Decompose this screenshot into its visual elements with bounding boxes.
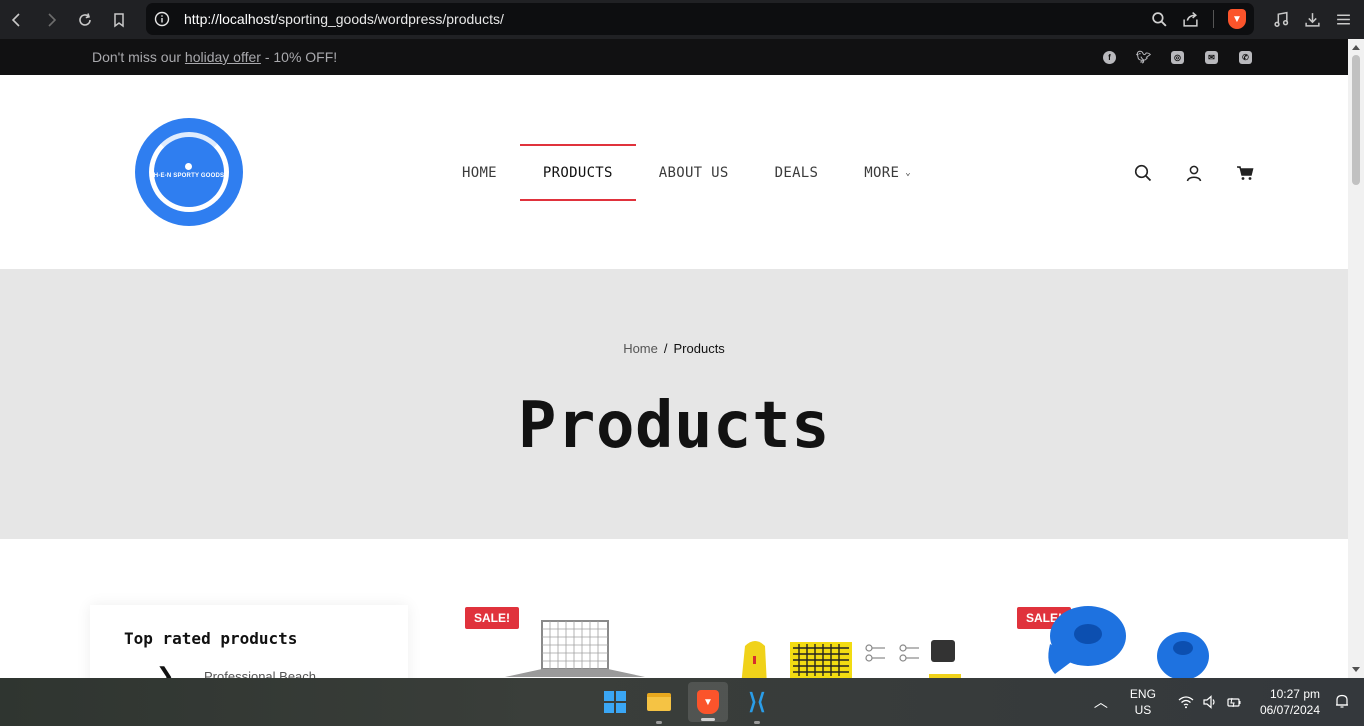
url-host: http://localhost [184, 11, 275, 27]
vscode-button[interactable]: ⟩⟨ [742, 687, 772, 724]
breadcrumb: Home / Products [0, 341, 1348, 356]
volume-icon [1203, 695, 1215, 709]
wifi-icon [1178, 696, 1194, 709]
folder-icon [647, 693, 671, 711]
site-info-icon[interactable] [146, 11, 178, 27]
page-scrollbar[interactable] [1348, 39, 1364, 678]
scroll-up-icon[interactable] [1352, 45, 1360, 50]
nav-deals-label: DEALS [774, 164, 819, 181]
site-logo[interactable]: H-E-N SPORTY GOODS [135, 118, 243, 226]
reload-button[interactable] [68, 0, 102, 39]
hamburger-menu-icon[interactable] [1335, 11, 1352, 28]
windows-logo-icon [604, 691, 626, 713]
back-arrow-icon [11, 12, 20, 27]
quick-settings[interactable] [1178, 694, 1242, 710]
chevron-right-icon: ❯ [156, 663, 175, 678]
file-explorer-button[interactable] [644, 687, 674, 724]
email-icon[interactable]: ✉ [1205, 50, 1218, 64]
scroll-down-icon[interactable] [1352, 667, 1360, 672]
battery-icon [1227, 697, 1241, 708]
nav-deals[interactable]: DEALS [752, 144, 842, 201]
twitter-icon[interactable]: 🐦︎ [1136, 50, 1151, 64]
app-active-indicator [701, 718, 715, 721]
brave-logo-icon: ▼ [697, 690, 719, 714]
main-nav: HOME PRODUCTS ABOUT US DEALS MORE ⌄ [439, 144, 934, 201]
taskbar-apps: ▼ ⟩⟨ [600, 678, 772, 726]
browser-actions [1273, 0, 1364, 39]
zoom-icon[interactable] [1151, 11, 1168, 28]
page-viewport: Don't miss our holiday offer - 10% OFF! … [0, 39, 1348, 678]
download-icon[interactable] [1304, 11, 1321, 28]
promo-prefix: Don't miss our [92, 49, 185, 65]
account-icon[interactable] [1185, 164, 1203, 182]
holiday-offer-link[interactable]: holiday offer [185, 49, 261, 65]
page-hero: Home / Products Products [0, 269, 1348, 539]
toolbar-separator [1213, 10, 1214, 28]
breadcrumb-home[interactable]: Home [623, 341, 658, 356]
app-running-indicator [754, 721, 760, 724]
social-links: f 🐦︎ ◎ ✉ ✆ [1103, 39, 1252, 75]
product-image-boundary-straps[interactable] [1045, 604, 1215, 678]
show-hidden-icons-chevron-icon[interactable]: ︿ [1094, 692, 1108, 712]
clock-date: 06/07/2024 [1259, 703, 1320, 717]
notification-icon[interactable] [1334, 693, 1350, 712]
promo-bar: Don't miss our holiday offer - 10% OFF! … [0, 39, 1348, 75]
media-icon[interactable] [1273, 11, 1290, 28]
nav-about-label: ABOUT US [658, 164, 729, 181]
language-indicator[interactable]: ENG US [1130, 686, 1156, 718]
promo-text: Don't miss our holiday offer - 10% OFF! [92, 49, 337, 65]
page-title: Products [517, 389, 831, 463]
url-text: http://localhost/sporting_goods/wordpres… [184, 11, 504, 27]
nav-about-us[interactable]: ABOUT US [636, 144, 752, 201]
promo-suffix: - 10% OFF! [260, 49, 338, 65]
forward-arrow-icon [48, 12, 57, 27]
share-icon[interactable] [1182, 11, 1199, 28]
keyboard-region: US [1134, 703, 1152, 717]
browser-toolbar: http://localhost/sporting_goods/wordpres… [0, 0, 1364, 39]
reload-icon [79, 12, 91, 26]
start-button[interactable] [600, 687, 630, 717]
brave-browser-button[interactable]: ▼ [688, 682, 728, 722]
top-rated-widget: Top rated products ❯ Professional Beach [90, 605, 408, 678]
widget-heading: Top rated products [124, 629, 298, 648]
bookmark-icon [114, 12, 124, 27]
address-bar-actions: ▼ [1151, 3, 1246, 35]
nav-more-label: MORE [864, 164, 900, 181]
phone-icon[interactable]: ✆ [1239, 50, 1252, 64]
top-rated-item-link[interactable]: Professional Beach [204, 669, 316, 678]
address-bar[interactable]: http://localhost/sporting_goods/wordpres… [146, 3, 1254, 35]
clock[interactable]: 10:27 pm 06/07/2024 [1260, 686, 1320, 718]
facebook-icon[interactable]: f [1103, 50, 1116, 64]
bookmark-button[interactable] [102, 0, 136, 39]
cart-icon[interactable] [1236, 164, 1254, 182]
product-image-net-set[interactable] [735, 636, 965, 678]
back-button[interactable] [0, 0, 34, 39]
site-header: H-E-N SPORTY GOODS HOME PRODUCTS ABOUT U… [0, 75, 1348, 269]
search-icon[interactable] [1134, 164, 1152, 182]
breadcrumb-separator: / [663, 341, 668, 356]
logo-ball-icon [185, 163, 192, 170]
nav-products-label: PRODUCTS [542, 164, 613, 181]
language-code: ENG [1129, 687, 1156, 701]
logo-text: H-E-N SPORTY GOODS [153, 173, 225, 179]
windows-taskbar: ▼ ⟩⟨ ︿ ENG US 10:27 pm 06/07/2024 [0, 678, 1364, 726]
clock-time: 10:27 pm [1269, 687, 1320, 701]
nav-products[interactable]: PRODUCTS [519, 144, 636, 201]
header-actions [1134, 164, 1254, 182]
instagram-icon[interactable]: ◎ [1171, 50, 1184, 64]
logo-ring [149, 132, 229, 212]
nav-more[interactable]: MORE ⌄ [841, 144, 934, 201]
product-image-goal-net[interactable] [500, 619, 650, 678]
vscode-icon: ⟩⟨ [748, 689, 766, 714]
forward-button[interactable] [34, 0, 68, 39]
breadcrumb-current: Products [673, 341, 725, 356]
nav-home-label: HOME [462, 164, 497, 181]
nav-home[interactable]: HOME [439, 144, 520, 201]
url-path: /sporting_goods/wordpress/products/ [274, 11, 504, 27]
app-running-indicator [656, 721, 662, 724]
brave-shields-icon[interactable]: ▼ [1228, 9, 1246, 29]
scrollbar-thumb[interactable] [1352, 55, 1360, 185]
system-tray: ︿ ENG US 10:27 pm 06/07/2024 [1094, 678, 1364, 726]
chevron-down-icon: ⌄ [905, 167, 911, 178]
